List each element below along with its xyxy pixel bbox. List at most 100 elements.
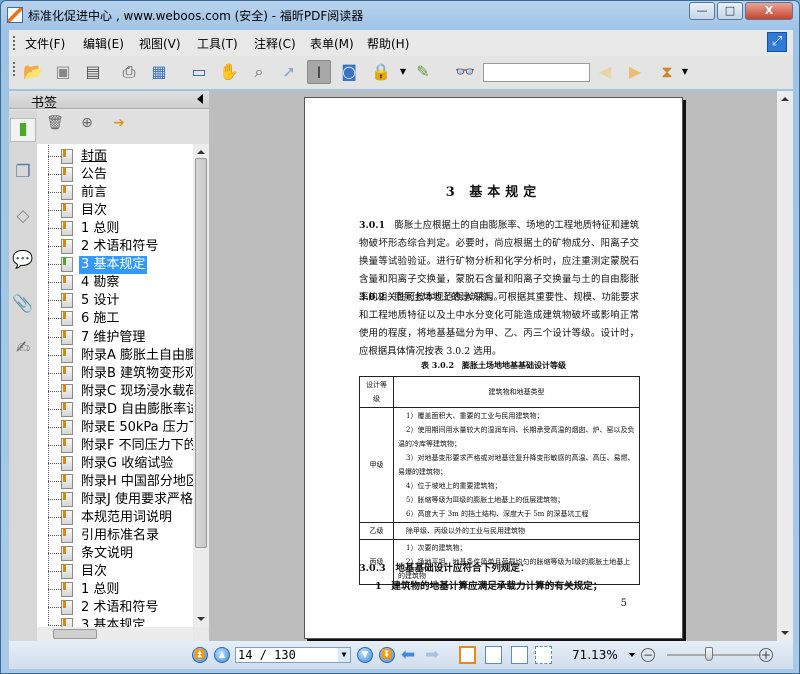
bookmark-item[interactable]: 目次 — [37, 192, 193, 220]
bookmark-item[interactable]: 附录E 50kPa 压力下的 — [37, 408, 193, 437]
zoom-glasses-icon[interactable]: ⌕ — [247, 60, 271, 84]
menu-help[interactable]: 帮助(H) — [367, 35, 409, 52]
properties-icon[interactable]: ▦ — [147, 60, 171, 84]
print-icon[interactable]: ⎙ — [117, 60, 141, 84]
bookmark-item[interactable]: 附录F 不同压力下的膨 — [37, 426, 193, 455]
collapse-panel-icon[interactable] — [197, 94, 203, 104]
search-input[interactable] — [483, 63, 590, 82]
item-number: 1 — [375, 581, 382, 592]
bookmark-item[interactable]: 附录G 收缩试验 — [37, 444, 193, 473]
bookmark-item[interactable]: 5 设计 — [37, 282, 193, 310]
attachments-tab-icon[interactable]: 📎 — [12, 294, 34, 318]
sign-pen-icon[interactable]: ✎ — [411, 60, 435, 84]
bookmark-item[interactable]: 目次 — [37, 553, 193, 581]
bookmark-item[interactable]: 1 总则 — [37, 210, 193, 238]
continuous-facing-view-icon[interactable] — [535, 646, 552, 664]
bookmarks-tab-icon[interactable]: ▮ — [10, 118, 36, 142]
bookmark-horizontal-scrollbar[interactable] — [37, 627, 193, 641]
menu-comment[interactable]: 注释(C) — [254, 35, 296, 52]
document-vertical-scrollbar[interactable] — [777, 91, 793, 641]
menu-edit[interactable]: 编辑(E) — [83, 35, 124, 52]
first-page-icon[interactable]: ⏫ — [192, 647, 208, 663]
ocr-hourglass-icon[interactable]: ⧗ — [655, 60, 679, 84]
back-arrow-icon[interactable]: ⬅ — [401, 646, 415, 664]
bookmark-item[interactable]: 前言 — [37, 174, 193, 202]
scroll-thumb[interactable] — [195, 158, 207, 548]
find-binoculars-icon[interactable]: 👓 — [453, 60, 477, 84]
full-screen-icon[interactable]: ▭ — [187, 60, 211, 84]
bookmark-item[interactable]: 3 基本规定 — [37, 607, 193, 627]
scroll-down-icon[interactable] — [197, 617, 205, 621]
bookmark-label: 公告 — [81, 167, 108, 183]
bookmark-item[interactable]: 附录H 中国部分地区的 — [37, 462, 193, 491]
menu-view[interactable]: 视图(V) — [139, 35, 181, 52]
layers-tab-icon[interactable]: ◇ — [12, 206, 34, 230]
bookmark-item[interactable]: 6 施工 — [37, 300, 193, 328]
menu-grip[interactable] — [13, 36, 15, 50]
page-number-input[interactable]: 14 / 130 ▼ — [235, 647, 351, 663]
comments-tab-icon[interactable]: 💬 — [12, 250, 34, 274]
scroll-up-icon[interactable] — [781, 97, 789, 101]
bookmark-item[interactable]: 附录J 使用要求严格的 — [37, 480, 193, 509]
add-bookmark-icon[interactable]: ⊕ — [77, 115, 97, 135]
maximize-button[interactable]: □ — [717, 2, 743, 20]
zoom-level[interactable]: 71.13% — [572, 648, 618, 662]
bookmark-item[interactable]: 附录C 现场浸水载荷试 — [37, 372, 193, 401]
expand-icon[interactable]: ⤢ — [767, 32, 787, 52]
zoom-out-icon[interactable]: − — [641, 648, 655, 662]
rms-dropdown-icon[interactable]: ▼ — [399, 60, 407, 84]
save-as-icon[interactable]: ▤ — [81, 60, 105, 84]
continuous-view-icon[interactable] — [485, 646, 502, 664]
close-button[interactable]: X — [745, 2, 793, 20]
rms-lock-icon[interactable]: 🔒 — [369, 60, 393, 84]
pages-tab-icon[interactable]: ❐ — [12, 162, 34, 186]
page-dropdown-icon[interactable]: ▼ — [338, 648, 350, 662]
open-folder-icon[interactable]: 📂 — [21, 60, 45, 84]
facing-view-icon[interactable] — [511, 646, 528, 664]
ocr-dropdown-icon[interactable]: ▼ — [681, 60, 689, 84]
bookmark-label: 2 术语和符号 — [81, 600, 159, 616]
text-select-icon[interactable]: Ⅰ — [307, 60, 331, 84]
scroll-up-icon[interactable] — [197, 150, 205, 154]
forward-arrow-icon[interactable]: ➡ — [425, 646, 439, 664]
add-child-bookmark-icon[interactable]: ➔ — [109, 115, 129, 135]
next-page-icon[interactable]: ▼ — [357, 647, 373, 663]
minimize-button[interactable]: — — [689, 2, 715, 20]
zoom-slider-handle[interactable] — [705, 647, 714, 661]
select-arrow-icon[interactable]: ➚ — [277, 60, 301, 84]
zoom-slider[interactable] — [667, 654, 761, 656]
save-icon[interactable]: ▣ — [51, 60, 75, 84]
bookmark-item[interactable]: 封面 — [37, 144, 193, 166]
menu-form[interactable]: 表单(M) — [310, 35, 354, 52]
bookmark-item[interactable]: 本规范用词说明 — [37, 499, 193, 527]
snapshot-camera-icon[interactable]: ◙ — [337, 60, 361, 84]
scroll-down-icon[interactable] — [781, 631, 789, 635]
menu-tools[interactable]: 工具(T) — [197, 35, 238, 52]
bookmark-item[interactable]: 3 基本规定 — [37, 246, 193, 275]
signatures-tab-icon[interactable]: ✍ — [12, 338, 34, 362]
zoom-dropdown-icon[interactable] — [629, 653, 635, 657]
bookmark-item[interactable]: 2 术语和符号 — [37, 589, 193, 617]
menu-file[interactable]: 文件(F) — [25, 35, 65, 52]
single-page-view-icon[interactable] — [459, 646, 476, 664]
zoom-in-icon[interactable]: + — [759, 648, 773, 662]
bookmark-item[interactable]: 4 勘察 — [37, 264, 193, 292]
bookmark-item[interactable]: 附录D 自由膨胀率试验 — [37, 390, 193, 419]
bookmark-item[interactable]: 1 总则 — [37, 571, 193, 599]
last-page-icon[interactable]: ⏬ — [379, 647, 395, 663]
toolbar-grip[interactable] — [13, 62, 15, 76]
bookmark-item[interactable]: 条文说明 — [37, 535, 193, 563]
next-result-icon[interactable]: ▶ — [623, 60, 647, 84]
hand-tool-icon[interactable]: ✋ — [217, 60, 241, 84]
bookmark-item[interactable]: 7 维护管理 — [37, 318, 193, 347]
bookmark-item[interactable]: 附录A 膨胀土自由膨胀 — [37, 336, 193, 365]
delete-bookmark-icon[interactable]: 🗑 — [45, 115, 65, 135]
prev-page-icon[interactable]: ▲ — [214, 647, 230, 663]
prev-result-icon[interactable]: ◀ — [593, 60, 617, 84]
bookmark-item[interactable]: 引用标准名录 — [37, 517, 193, 545]
bookmark-item[interactable]: 公告 — [37, 156, 193, 184]
h-scroll-thumb[interactable] — [53, 629, 97, 639]
bookmark-item[interactable]: 附录B 建筑物变形观测 — [37, 354, 193, 383]
bookmark-item[interactable]: 2 术语和符号 — [37, 228, 193, 256]
bookmark-vertical-scrollbar[interactable] — [193, 144, 209, 627]
